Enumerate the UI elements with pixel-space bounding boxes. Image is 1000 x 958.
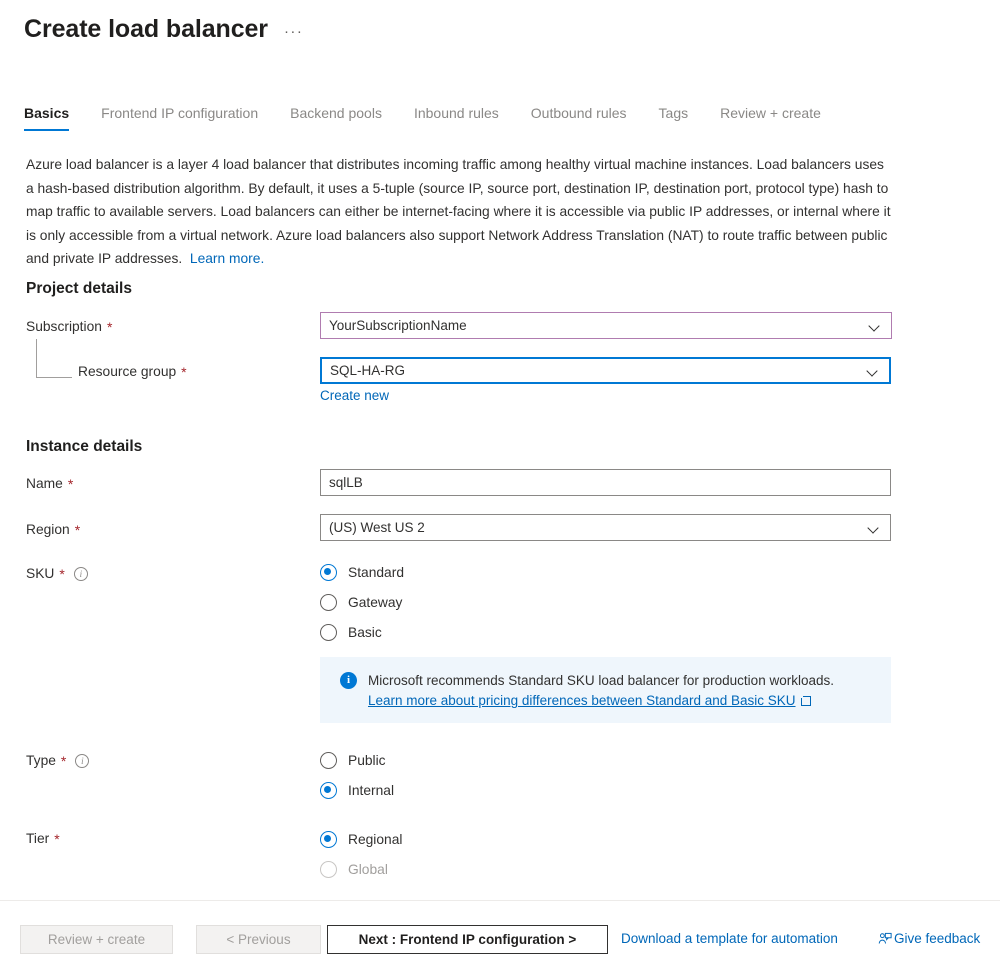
required-asterisk: * (67, 476, 74, 492)
description-text: Azure load balancer is a layer 4 load ba… (26, 157, 891, 266)
radio-icon (320, 593, 337, 611)
tab-backend-pools[interactable]: Backend pools (274, 104, 398, 131)
tree-connector (36, 339, 72, 378)
radio-icon (320, 860, 337, 878)
required-asterisk: * (59, 566, 65, 582)
required-asterisk: * (74, 522, 81, 538)
give-feedback-label: Give feedback (894, 931, 981, 946)
info-icon[interactable]: i (73, 567, 88, 581)
page-title: Create load balancer (24, 15, 268, 43)
tier-option-regional[interactable]: Regional (320, 824, 402, 854)
review-create-button[interactable]: Review + create (20, 925, 173, 954)
chevron-down-icon (868, 522, 880, 534)
region-value: (US) West US 2 (329, 520, 425, 535)
subscription-label: Subscription * (26, 317, 112, 337)
required-asterisk: * (54, 831, 60, 847)
description-paragraph: Azure load balancer is a layer 4 load ba… (26, 153, 894, 271)
radio-icon (320, 781, 337, 799)
radio-icon (320, 563, 337, 581)
sku-info-banner-text-wrap: Microsoft recommends Standard SKU load b… (368, 671, 834, 711)
radio-icon (320, 751, 337, 769)
create-load-balancer-page: Create load balancer ··· Basics Frontend… (0, 0, 1000, 958)
tier-option-global-label: Global (348, 861, 388, 877)
tab-inbound-rules[interactable]: Inbound rules (398, 104, 515, 131)
info-icon[interactable]: i (75, 754, 90, 768)
tier-radio-group: Regional Global (320, 824, 402, 884)
type-label-text: Type (26, 753, 56, 768)
type-radio-group: Public Internal (320, 745, 394, 805)
page-header: Create load balancer ··· (24, 6, 303, 52)
tab-outbound-rules[interactable]: Outbound rules (515, 104, 643, 131)
wizard-tabs: Basics Frontend IP configuration Backend… (24, 104, 837, 131)
tab-review-create[interactable]: Review + create (704, 104, 837, 131)
chevron-down-icon (867, 365, 879, 377)
tab-frontend-ip-configuration[interactable]: Frontend IP configuration (85, 104, 274, 131)
required-asterisk: * (60, 753, 67, 769)
name-input[interactable]: sqlLB (320, 469, 891, 496)
previous-button[interactable]: < Previous (196, 925, 321, 954)
radio-icon (320, 830, 337, 848)
create-new-resource-group-link[interactable]: Create new (320, 388, 389, 403)
tier-option-regional-label: Regional (348, 831, 403, 847)
tier-label-text: Tier (26, 831, 50, 846)
next-button[interactable]: Next : Frontend IP configuration > (327, 925, 608, 954)
resource-group-dropdown[interactable]: SQL-HA-RG (320, 357, 891, 384)
resource-group-label-text: Resource group (78, 364, 177, 379)
name-label: Name * (26, 474, 73, 494)
info-icon: i (340, 672, 357, 689)
sku-option-gateway[interactable]: Gateway (320, 587, 404, 617)
tab-basics[interactable]: Basics (24, 104, 85, 131)
instance-details-heading: Instance details (26, 438, 143, 455)
region-label: Region * (26, 520, 80, 540)
sku-pricing-link[interactable]: Learn more about pricing differences bet… (368, 691, 811, 711)
tab-tags[interactable]: Tags (643, 104, 705, 131)
project-details-heading: Project details (26, 280, 132, 297)
required-asterisk: * (181, 364, 187, 380)
subscription-value: YourSubscriptionName (329, 318, 467, 333)
give-feedback-link[interactable]: Give feedback (878, 931, 980, 946)
required-asterisk: * (106, 319, 113, 335)
feedback-icon (878, 932, 892, 946)
sku-option-basic-label: Basic (348, 624, 382, 640)
type-option-public-label: Public (348, 752, 386, 768)
sku-label: SKU * i (26, 564, 88, 584)
sku-option-gateway-label: Gateway (348, 594, 403, 610)
subscription-dropdown[interactable]: YourSubscriptionName (320, 312, 892, 339)
sku-pricing-link-text: Learn more about pricing differences bet… (368, 693, 796, 708)
sku-option-standard[interactable]: Standard (320, 557, 404, 587)
sku-label-text: SKU (26, 566, 55, 581)
sku-info-banner-message: Microsoft recommends Standard SKU load b… (368, 673, 834, 688)
type-option-public[interactable]: Public (320, 745, 394, 775)
download-template-link[interactable]: Download a template for automation (621, 931, 838, 946)
name-label-text: Name (26, 476, 63, 491)
type-option-internal[interactable]: Internal (320, 775, 394, 805)
sku-info-banner: i Microsoft recommends Standard SKU load… (320, 657, 891, 723)
learn-more-link[interactable]: Learn more. (190, 251, 264, 266)
sku-option-standard-label: Standard (348, 564, 404, 580)
resource-group-value: SQL-HA-RG (330, 363, 406, 378)
external-link-icon (800, 696, 811, 706)
name-value: sqlLB (329, 475, 363, 490)
type-option-internal-label: Internal (348, 782, 395, 798)
chevron-down-icon (869, 320, 881, 332)
footer-divider (0, 900, 1000, 901)
region-label-text: Region (26, 522, 70, 537)
type-label: Type * i (26, 751, 90, 771)
tier-option-global: Global (320, 854, 402, 884)
sku-option-basic[interactable]: Basic (320, 617, 404, 647)
radio-icon (320, 623, 337, 641)
subscription-label-text: Subscription (26, 319, 102, 334)
more-options-icon[interactable]: ··· (284, 6, 304, 52)
resource-group-label: Resource group * (78, 362, 187, 382)
tier-label: Tier * (26, 829, 60, 849)
region-dropdown[interactable]: (US) West US 2 (320, 514, 891, 541)
sku-radio-group: Standard Gateway Basic (320, 557, 404, 647)
